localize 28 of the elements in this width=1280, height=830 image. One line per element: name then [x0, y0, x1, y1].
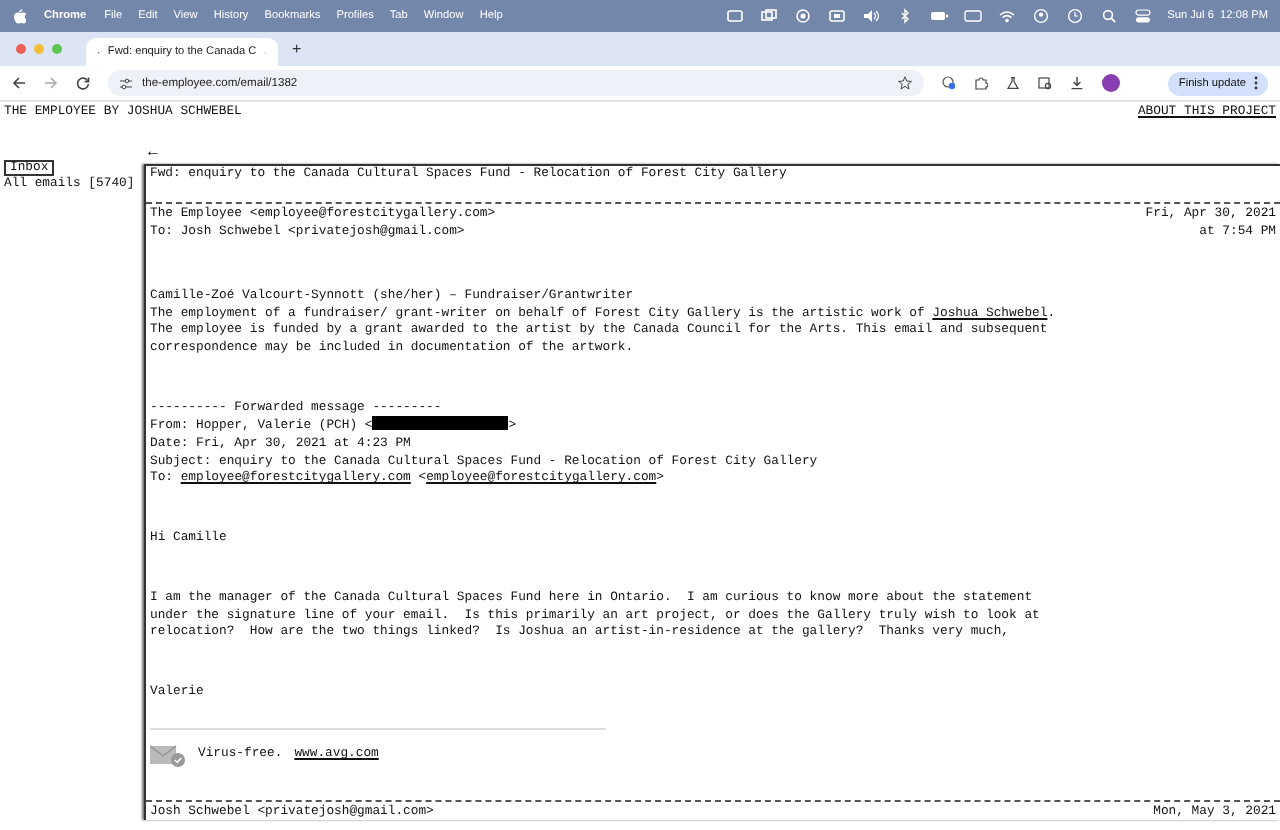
search-icon[interactable]	[1099, 8, 1118, 24]
battery-icon[interactable]	[929, 8, 948, 24]
display-icon[interactable]	[725, 8, 744, 24]
keyboard-icon[interactable]	[963, 8, 982, 24]
windows-icon[interactable]	[759, 8, 778, 24]
user-icon[interactable]	[1031, 8, 1050, 24]
screen-icon[interactable]	[827, 8, 846, 24]
reading-list-icon[interactable]	[1038, 76, 1052, 90]
wifi-icon[interactable]	[997, 8, 1016, 24]
star-icon[interactable]	[898, 76, 912, 90]
new-tab-button[interactable]: +	[292, 40, 302, 58]
envelope-check-icon	[150, 743, 186, 768]
profile-avatar[interactable]	[1102, 74, 1120, 92]
download-icon[interactable]	[1070, 76, 1084, 90]
puzzle-icon[interactable]	[974, 76, 988, 90]
flask-icon[interactable]	[1006, 76, 1020, 90]
apple-icon[interactable]	[12, 8, 26, 24]
record-icon[interactable]	[793, 8, 812, 24]
forward-icon[interactable]	[44, 76, 58, 90]
extension-badge-icon[interactable]	[942, 76, 956, 90]
back-arrow[interactable]: ←	[144, 145, 1280, 162]
site-settings-icon[interactable]	[120, 77, 132, 89]
control-center-icon[interactable]	[1133, 8, 1152, 24]
volume-icon[interactable]	[861, 8, 880, 24]
clock-icon[interactable]	[1065, 8, 1084, 24]
close-window-icon[interactable]	[16, 44, 26, 54]
back-icon[interactable]	[12, 76, 26, 90]
reload-icon[interactable]	[76, 76, 90, 90]
